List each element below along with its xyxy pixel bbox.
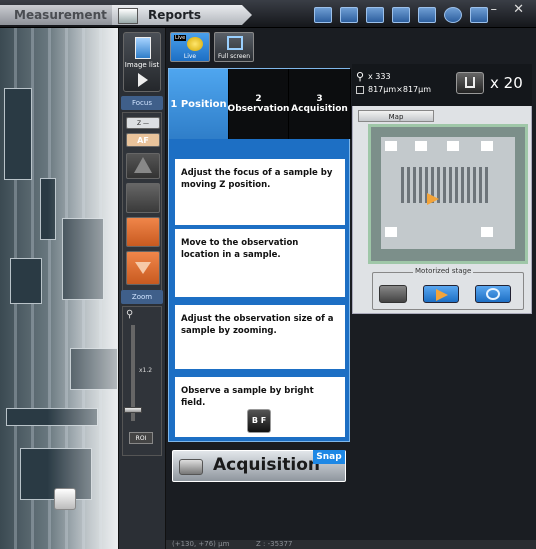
zoom-slider-thumb[interactable]	[124, 407, 142, 413]
card-text: Adjust the focus of a sample by moving Z…	[181, 168, 333, 191]
z-button[interactable]: Z —	[126, 117, 160, 129]
map-pad	[481, 227, 493, 237]
focus-up-button[interactable]	[126, 153, 160, 179]
tab-measurement[interactable]: Measurement	[0, 5, 126, 25]
image-stack-icon	[135, 37, 151, 59]
folder-icon[interactable]	[314, 7, 332, 23]
objective-button[interactable]	[456, 72, 484, 94]
map-pad	[385, 227, 397, 237]
field-checkbox[interactable]	[356, 86, 364, 94]
zoom-value: x1.2	[139, 367, 153, 374]
camera-icon	[179, 459, 203, 475]
focus-panel: Z — AF	[122, 112, 162, 292]
field-size: 817µm×817µm	[368, 85, 432, 94]
brightfield-instruction-card[interactable]: Observe a sample by bright field. B F	[175, 377, 345, 437]
refresh-icon	[486, 288, 500, 300]
reports-icon	[118, 8, 138, 24]
z-position: Z : -35377	[256, 540, 293, 548]
control-column: Image list Focus Z — AF Zoom ⚲ x1.2 ROI	[118, 28, 166, 549]
window-controls[interactable]: – ✕	[490, 2, 530, 17]
map-pad	[415, 141, 427, 151]
position-instruction-card[interactable]: Move to the observation location in a sa…	[175, 229, 345, 297]
map-feature	[401, 167, 491, 203]
motorized-stage-group: Motorized stage	[372, 267, 524, 310]
tab-acquisition[interactable]: 3 Acquisition	[289, 69, 351, 139]
arrow-down-icon	[135, 262, 151, 274]
tab-reports-label: Reports	[148, 8, 202, 22]
tab-position[interactable]: 1 Position	[169, 69, 229, 139]
card-text: Adjust the observation size of a sample …	[181, 314, 334, 337]
focus-down-button[interactable]	[126, 251, 160, 285]
stage-refresh-button[interactable]	[475, 285, 511, 303]
acquisition-label: Acquisition	[213, 455, 321, 475]
focus-header: Focus	[121, 96, 163, 110]
map-pad	[481, 141, 493, 151]
zoom-instruction-card[interactable]: Adjust the observation size of a sample …	[175, 305, 345, 369]
map-pad	[385, 141, 397, 151]
settings-icon[interactable]	[470, 7, 488, 23]
image-list-label: Image list	[124, 61, 160, 69]
roi-button[interactable]: ROI	[129, 432, 153, 444]
image-list-button[interactable]: Image list	[123, 32, 161, 92]
workflow-panel: 1 Position 2 Observation 3 Acquisition A…	[168, 68, 351, 442]
top-bar: Measurement Reports – ✕	[0, 0, 536, 28]
map-pad	[447, 141, 459, 151]
joystick-handle[interactable]	[54, 488, 76, 510]
zoom-panel: ⚲ x1.2 ROI	[122, 306, 162, 456]
save-icon[interactable]	[366, 7, 384, 23]
current-position-marker-icon	[427, 193, 439, 205]
print-icon[interactable]	[392, 7, 410, 23]
live-toolbar: Live Live Full screen	[166, 28, 346, 66]
tools-icon[interactable]	[418, 7, 436, 23]
magnification: x 20	[490, 74, 523, 92]
sun-icon	[187, 37, 203, 51]
play-icon	[138, 73, 148, 87]
focus-instruction-card[interactable]: Adjust the focus of a sample by moving Z…	[175, 159, 345, 225]
live-label: Live	[183, 53, 197, 60]
magnifier-icon: ⚲	[356, 70, 365, 83]
stage-move-button[interactable]	[423, 285, 459, 303]
bf-button[interactable]: B F	[247, 409, 271, 433]
tab-observation[interactable]: 2 Observation	[228, 69, 289, 139]
zoom-readout: x 333	[368, 72, 391, 81]
sample-fade-overlay	[0, 28, 118, 549]
zoom-magnifier-icon: ⚲	[126, 309, 134, 320]
fullscreen-button[interactable]: Full screen	[214, 32, 254, 62]
arrow-up-icon	[134, 157, 152, 173]
zoom-header: Zoom	[121, 290, 163, 304]
acquisition-button[interactable]: Acquisition Snap	[172, 450, 346, 482]
map-info-bar: ⚲ x 333 817µm×817µm x 20	[352, 64, 532, 106]
status-bar: (+130, +76) µm Z : -35377	[166, 540, 536, 549]
map-tab[interactable]: Map	[358, 110, 434, 122]
fullscreen-label: Full screen	[217, 53, 251, 60]
motorized-stage-label: Motorized stage	[413, 267, 474, 275]
card-text: Observe a sample by bright field.	[181, 386, 314, 409]
focus-step-button[interactable]	[126, 183, 160, 213]
fullscreen-icon	[227, 36, 243, 50]
live-button[interactable]: Live Live	[170, 32, 210, 62]
tab-reports[interactable]: Reports	[112, 5, 252, 25]
stage-position: (+130, +76) µm	[172, 540, 230, 548]
help-icon[interactable]	[444, 7, 462, 23]
open-icon[interactable]	[340, 7, 358, 23]
play-icon	[436, 289, 448, 301]
snap-badge: Snap	[313, 450, 345, 464]
af-button[interactable]: AF	[126, 133, 160, 147]
card-text: Move to the observation location in a sa…	[181, 238, 299, 261]
objective-icon	[465, 77, 475, 88]
focus-fine-button[interactable]	[126, 217, 160, 247]
stage-camera-button[interactable]	[379, 285, 407, 303]
map-view[interactable]	[368, 124, 528, 264]
live-badge: Live	[174, 35, 187, 41]
